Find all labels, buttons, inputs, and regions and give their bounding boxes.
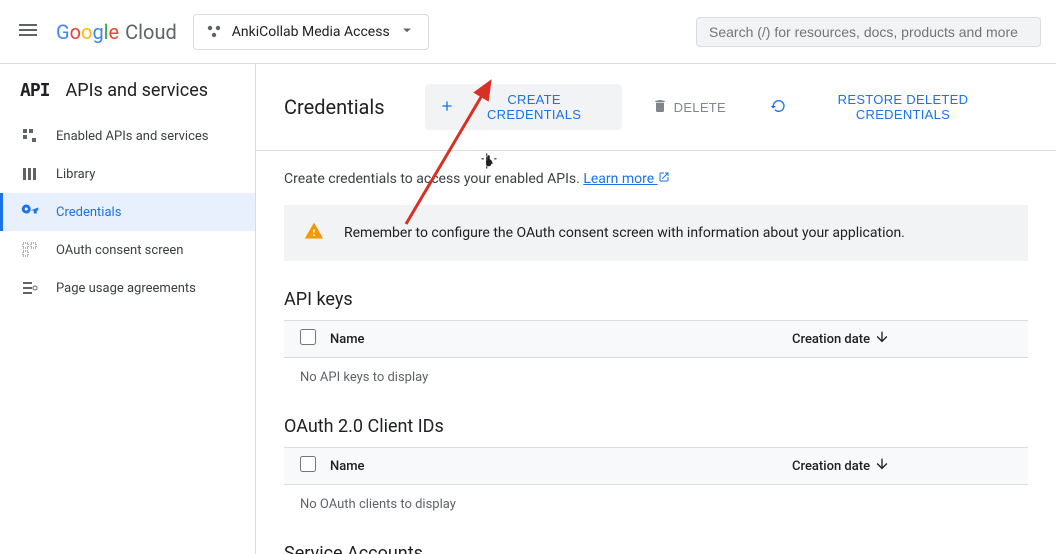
settings-list-icon <box>20 279 40 297</box>
project-name: AnkiCollab Media Access <box>232 24 390 40</box>
restore-button[interactable]: RESTORE DELETED CREDENTIALS <box>756 84 1028 130</box>
warning-icon <box>304 221 324 245</box>
content-area: Credentials CREATE CREDENTIALS DELETE RE… <box>256 64 1056 554</box>
project-icon <box>206 23 224 41</box>
library-icon <box>20 165 40 183</box>
key-icon <box>20 203 40 221</box>
learn-more-link[interactable]: Learn more <box>583 171 669 187</box>
trash-icon <box>652 98 668 117</box>
warning-banner: Remember to configure the OAuth consent … <box>284 205 1028 261</box>
create-credentials-button[interactable]: CREATE CREDENTIALS <box>425 84 622 130</box>
sidebar-item-oauth-consent[interactable]: OAuth consent screen <box>0 231 255 269</box>
menu-icon[interactable] <box>16 18 40 46</box>
grid-icon <box>20 127 40 145</box>
sidebar-title: APIs and services <box>66 80 209 101</box>
search-box[interactable] <box>696 17 1041 47</box>
sidebar-item-credentials[interactable]: Credentials <box>0 193 255 231</box>
warning-text: Remember to configure the OAuth consent … <box>344 225 905 241</box>
project-selector[interactable]: AnkiCollab Media Access <box>193 14 429 50</box>
sidebar-item-label: Enabled APIs and services <box>56 129 209 144</box>
cloud-text: Cloud <box>125 20 177 44</box>
button-label: CREATE CREDENTIALS <box>461 92 608 122</box>
button-label: DELETE <box>674 100 726 115</box>
select-all-checkbox[interactable] <box>300 456 316 472</box>
search-input[interactable] <box>709 24 1028 40</box>
content-header: Credentials CREATE CREDENTIALS DELETE RE… <box>256 64 1056 151</box>
sidebar-header: API APIs and services <box>0 64 255 117</box>
section-api-keys-title: API keys <box>284 289 1028 310</box>
arrow-down-icon <box>874 329 890 349</box>
button-label: RESTORE DELETED CREDENTIALS <box>792 92 1014 122</box>
sidebar-item-library[interactable]: Library <box>0 155 255 193</box>
sidebar-item-label: OAuth consent screen <box>56 243 183 258</box>
chevron-down-icon <box>398 21 416 43</box>
consent-icon <box>20 241 40 259</box>
external-link-icon <box>658 171 670 187</box>
section-svc-title: Service Accounts <box>284 543 1028 554</box>
subtext-text: Create credentials to access your enable… <box>284 171 580 187</box>
col-creation-date[interactable]: Creation date <box>792 456 1012 476</box>
api-keys-table-head: Name Creation date <box>284 320 1028 358</box>
select-all-checkbox[interactable] <box>300 329 316 345</box>
oauth-table-head: Name Creation date <box>284 447 1028 485</box>
oauth-empty: No OAuth clients to display <box>284 485 1028 525</box>
restore-icon <box>770 98 786 117</box>
plus-icon <box>439 98 455 117</box>
api-keys-empty: No API keys to display <box>284 358 1028 398</box>
sidebar-item-enabled-apis[interactable]: Enabled APIs and services <box>0 117 255 155</box>
col-name[interactable]: Name <box>330 459 792 474</box>
col-name[interactable]: Name <box>330 332 792 347</box>
delete-button[interactable]: DELETE <box>638 90 740 125</box>
subtext: Create credentials to access your enable… <box>284 171 1028 187</box>
api-icon: API <box>20 80 50 101</box>
sidebar-item-label: Library <box>56 167 95 182</box>
sidebar-item-label: Page usage agreements <box>56 281 196 296</box>
sidebar-item-label: Credentials <box>56 205 121 220</box>
section-oauth-title: OAuth 2.0 Client IDs <box>284 416 1028 437</box>
sidebar-item-agreements[interactable]: Page usage agreements <box>0 269 255 307</box>
sidebar: API APIs and services Enabled APIs and s… <box>0 64 256 554</box>
page-title: Credentials <box>284 95 385 119</box>
col-creation-date[interactable]: Creation date <box>792 329 1012 349</box>
arrow-down-icon <box>874 456 890 476</box>
top-bar: Google Cloud AnkiCollab Media Access <box>0 0 1056 64</box>
google-cloud-logo[interactable]: Google Cloud <box>56 20 177 44</box>
